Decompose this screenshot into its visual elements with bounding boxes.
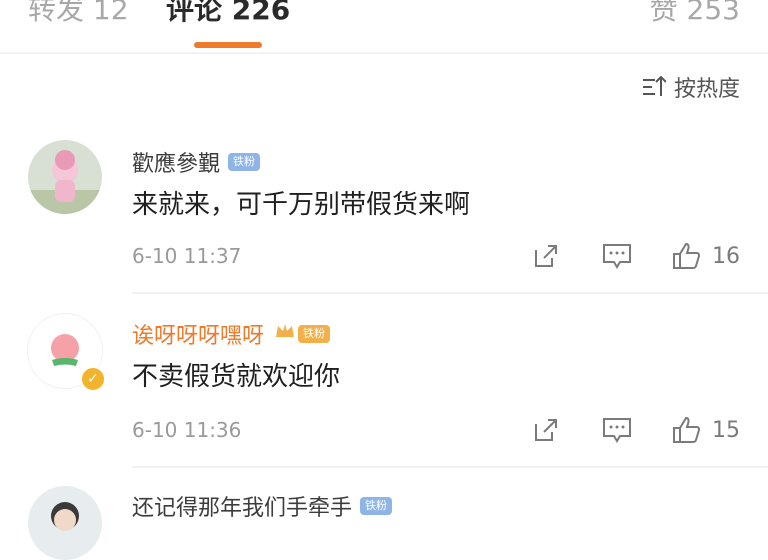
avatar[interactable] bbox=[28, 140, 102, 214]
username[interactable]: 还记得那年我们手牵手 bbox=[132, 490, 352, 522]
iron-fan-badge: 铁粉 bbox=[298, 325, 331, 343]
like-count: 16 bbox=[712, 243, 740, 269]
sort-by-hot-button[interactable]: 按热度 bbox=[642, 72, 740, 102]
tab-likes[interactable]: 赞 253 bbox=[650, 0, 740, 28]
sort-icon bbox=[642, 76, 666, 96]
username[interactable]: 诶呀呀呀嘿呀 bbox=[132, 318, 264, 350]
comment-time: 6-10 11:37 bbox=[132, 244, 242, 268]
sort-label: 按热度 bbox=[673, 77, 740, 102]
divider bbox=[132, 292, 768, 294]
thumbs-up-icon bbox=[673, 416, 701, 443]
share-icon[interactable] bbox=[532, 416, 560, 448]
divider bbox=[132, 466, 768, 468]
like-button[interactable]: 16 bbox=[670, 240, 740, 272]
like-count: 15 bbox=[712, 417, 740, 443]
iron-fan-badge: 铁粉 bbox=[228, 153, 261, 171]
thumbs-up-icon bbox=[673, 242, 701, 269]
share-icon[interactable] bbox=[532, 242, 560, 274]
tab-reposts[interactable]: 转发 12 bbox=[28, 0, 129, 28]
iron-fan-badge: 铁粉 bbox=[360, 497, 393, 515]
tab-comments[interactable]: 评论 226 bbox=[166, 0, 290, 28]
comment-icon[interactable] bbox=[602, 242, 632, 274]
comment-time: 6-10 11:36 bbox=[132, 418, 242, 442]
tab-bar: 转发 12 评论 226 赞 253 bbox=[0, 0, 768, 52]
avatar[interactable] bbox=[28, 486, 102, 560]
comment-text[interactable]: 来就来，可千万别带假货来啊 bbox=[132, 188, 470, 222]
username[interactable]: 歡應參覲 bbox=[132, 146, 220, 178]
like-button[interactable]: 15 bbox=[670, 414, 740, 446]
verified-icon: ✓ bbox=[80, 366, 106, 392]
crown-icon bbox=[274, 321, 296, 347]
comment-text[interactable]: 不卖假货就欢迎你 bbox=[132, 360, 340, 394]
comment-header: 还记得那年我们手牵手 铁粉 bbox=[132, 490, 393, 522]
active-tab-indicator bbox=[194, 42, 262, 48]
divider bbox=[0, 52, 768, 54]
comment-header: 诶呀呀呀嘿呀 铁粉 bbox=[132, 318, 331, 350]
comment-header: 歡應參覲 铁粉 bbox=[132, 146, 261, 178]
comment-icon[interactable] bbox=[602, 416, 632, 448]
